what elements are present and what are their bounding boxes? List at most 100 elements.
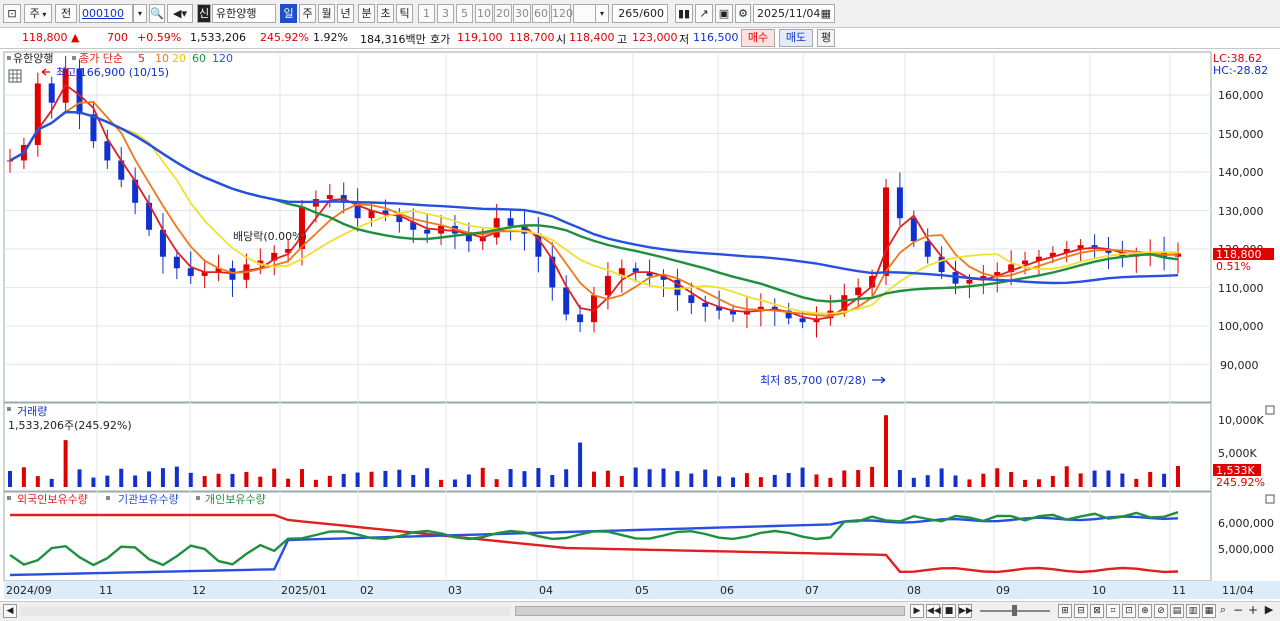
period-select[interactable]: 주 ▾ bbox=[24, 4, 52, 23]
max-note: 최고 166,900 (10/15) bbox=[56, 66, 169, 79]
code-dropdown-icon[interactable]: ▾ bbox=[133, 4, 147, 23]
table-icon[interactable] bbox=[8, 69, 22, 83]
volume-bar bbox=[578, 442, 583, 487]
num-button-1[interactable]: 3 bbox=[437, 4, 454, 23]
scroll-track[interactable] bbox=[20, 606, 510, 616]
stop-icon[interactable]: ■ bbox=[942, 604, 956, 618]
date-input[interactable]: 2025/11/04 ▦ bbox=[753, 4, 835, 23]
zoom-slider-handle[interactable] bbox=[1012, 605, 1017, 616]
close-icon[interactable] bbox=[1265, 405, 1275, 415]
volume-bar bbox=[1106, 470, 1111, 487]
tool-icon-3[interactable]: ⊠ bbox=[1090, 604, 1104, 618]
tool-icon-4[interactable]: ⌗ bbox=[1106, 604, 1120, 618]
volume-bar bbox=[383, 470, 388, 487]
volume-ratio: 245.92% bbox=[260, 31, 309, 44]
volume-bar bbox=[272, 468, 277, 487]
num-button-7[interactable]: 120 bbox=[551, 4, 573, 23]
x-label: 04 bbox=[539, 584, 553, 597]
prev-button[interactable]: 전 bbox=[55, 4, 77, 23]
speaker-icon[interactable]: ◀▾ bbox=[167, 4, 193, 23]
date-value: 2025/11/04 bbox=[757, 7, 821, 20]
save-icon[interactable]: ▣ bbox=[715, 4, 733, 23]
up-arrow-icon: ▲ bbox=[71, 31, 80, 44]
candle-type-icon[interactable]: ▮▮ bbox=[675, 4, 693, 23]
y-tick: 110,000 bbox=[1218, 282, 1264, 295]
candle-body bbox=[507, 218, 514, 226]
volume-bar bbox=[564, 469, 569, 487]
price-panel bbox=[3, 51, 1212, 403]
candle-body bbox=[563, 287, 570, 315]
scroll-right-icon[interactable]: ▶ bbox=[1262, 604, 1276, 618]
volume-bar bbox=[1092, 470, 1097, 487]
line-tool-icon[interactable]: ↗ bbox=[695, 4, 713, 23]
amount: 184,316백만 bbox=[360, 33, 426, 46]
volume-bar bbox=[1064, 466, 1069, 487]
tab-period-6[interactable]: 틱 bbox=[396, 4, 413, 23]
num-button-3[interactable]: 10 bbox=[475, 4, 493, 23]
change-pct: +0.59% bbox=[137, 31, 182, 44]
count-display[interactable]: 265/600 bbox=[612, 4, 668, 23]
tool-icon-5[interactable]: ⊡ bbox=[1122, 604, 1136, 618]
x-label: 2025/01 bbox=[281, 584, 327, 597]
tab-period-4[interactable]: 분 bbox=[358, 4, 375, 23]
volume-value-label: 1,533,206주(245.92%) bbox=[8, 419, 132, 432]
zoom-in-icon[interactable]: + bbox=[1246, 604, 1260, 618]
search-icon[interactable]: 🔍 bbox=[149, 4, 165, 23]
tool-icon-2[interactable]: ⊟ bbox=[1074, 604, 1088, 618]
legend-marker bbox=[7, 407, 11, 411]
candle-body bbox=[896, 187, 903, 219]
calendar-icon[interactable]: ▦ bbox=[821, 5, 831, 22]
stock-chart[interactable]: 160,000 150,000 140,000 130,000 120,000 … bbox=[0, 50, 1280, 601]
buy-button[interactable]: 매수 bbox=[741, 29, 775, 47]
tab-period-0[interactable]: 일 bbox=[280, 4, 297, 23]
volume-bar bbox=[341, 474, 346, 487]
legend-ma-120: 120 bbox=[212, 52, 233, 65]
volume-bar bbox=[842, 470, 847, 487]
volume-bar bbox=[967, 479, 972, 487]
close-icon[interactable] bbox=[1265, 494, 1275, 504]
volume-bar bbox=[147, 471, 152, 487]
tool-icon-9[interactable]: ▥ bbox=[1186, 604, 1200, 618]
volume-bar bbox=[216, 473, 221, 487]
tool-icon-6[interactable]: ⊕ bbox=[1138, 604, 1152, 618]
holder-y-tick: 6,000,000 bbox=[1218, 517, 1274, 530]
scroll-left-icon[interactable]: ◀ bbox=[3, 604, 17, 618]
scroll-thumb[interactable] bbox=[515, 606, 905, 616]
num-button-6[interactable]: 60 bbox=[532, 4, 550, 23]
candle-body bbox=[424, 229, 431, 234]
eval-button[interactable]: 평 bbox=[817, 29, 835, 47]
forward-icon[interactable]: ▶▶ bbox=[958, 604, 973, 618]
zoom-out-icon[interactable]: − bbox=[1231, 604, 1245, 618]
play-icon[interactable]: ▶ bbox=[910, 604, 924, 618]
custom-period-dropdown-icon[interactable]: ▾ bbox=[595, 4, 609, 23]
zoom-search-icon[interactable]: ⌕ bbox=[1216, 604, 1230, 618]
num-button-0[interactable]: 1 bbox=[418, 4, 435, 23]
num-button-4[interactable]: 20 bbox=[494, 4, 512, 23]
num-button-5[interactable]: 30 bbox=[513, 4, 531, 23]
rewind-icon[interactable]: ◀◀ bbox=[926, 604, 941, 618]
tool-icon-10[interactable]: ▦ bbox=[1202, 604, 1216, 618]
tool-icon-8[interactable]: ▤ bbox=[1170, 604, 1184, 618]
volume-bar bbox=[911, 477, 916, 487]
window-icon[interactable]: ⊡ bbox=[3, 4, 21, 23]
legend-ma-60: 60 bbox=[192, 52, 206, 65]
volume-bar bbox=[313, 479, 318, 487]
num-button-2[interactable]: 5 bbox=[456, 4, 473, 23]
sell-button[interactable]: 매도 bbox=[779, 29, 813, 47]
volume-bar bbox=[202, 476, 207, 487]
volume-bar bbox=[605, 470, 610, 487]
x-label: 2024/09 bbox=[6, 584, 52, 597]
tab-period-1[interactable]: 주 bbox=[299, 4, 316, 23]
x-label: 10 bbox=[1092, 584, 1106, 597]
candle-body bbox=[688, 295, 695, 303]
tab-period-5[interactable]: 초 bbox=[377, 4, 394, 23]
tool-icon-7[interactable]: ⊘ bbox=[1154, 604, 1168, 618]
volume-bar bbox=[1078, 473, 1083, 487]
volume-bar bbox=[925, 475, 930, 487]
volume-bar bbox=[522, 471, 527, 487]
tool-icon-1[interactable]: ⊞ bbox=[1058, 604, 1072, 618]
tab-period-3[interactable]: 년 bbox=[337, 4, 354, 23]
stock-code-input[interactable]: 000100 bbox=[79, 4, 133, 23]
gear-icon[interactable]: ⚙ bbox=[735, 4, 751, 23]
tab-period-2[interactable]: 월 bbox=[318, 4, 335, 23]
